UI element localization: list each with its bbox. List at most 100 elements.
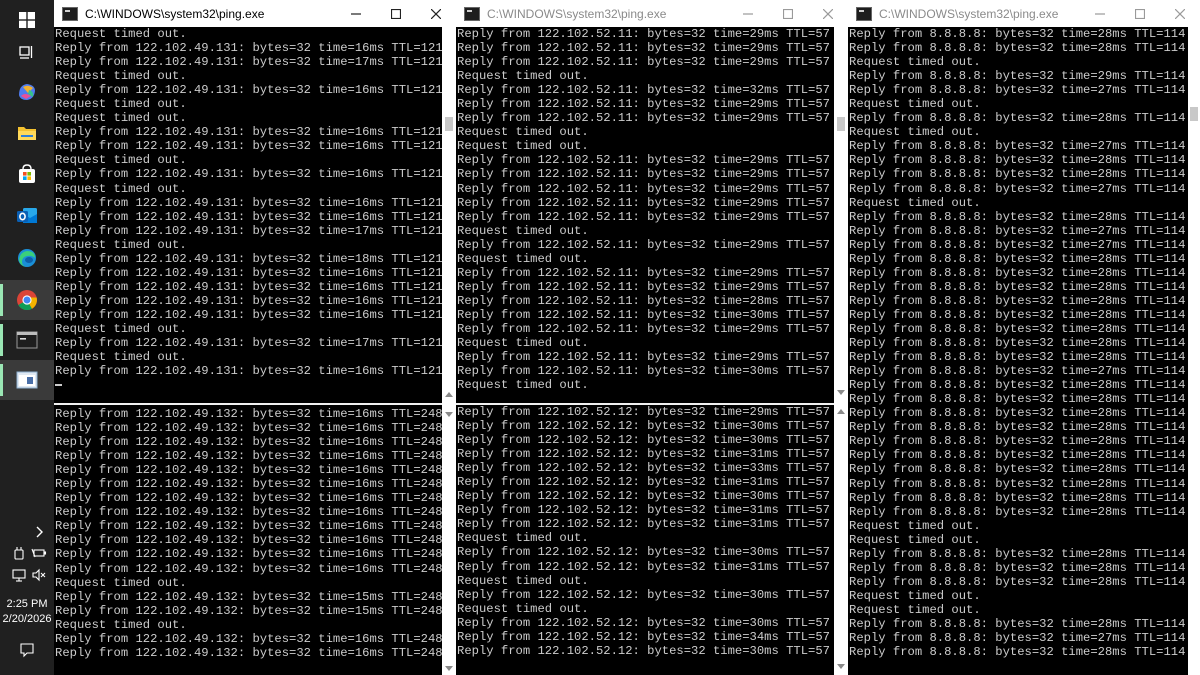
scroll-down-arrow[interactable] (445, 666, 453, 671)
console-line: Reply from 8.8.8.8: bytes=32 time=27ms T… (849, 181, 1186, 196)
maximize-button[interactable] (1120, 0, 1160, 27)
command-prompt-button[interactable] (0, 320, 54, 360)
console-line: Reply from 122.102.49.132: bytes=32 time… (55, 631, 442, 646)
console-pane[interactable]: Reply from 8.8.8.8: bytes=32 time=28ms T… (848, 27, 1188, 675)
scroll-up-arrow[interactable] (445, 392, 453, 397)
outlook-button[interactable] (0, 196, 54, 236)
console-line: Request timed out. (55, 69, 187, 84)
task-view-button[interactable] (0, 32, 54, 72)
console-line: Reply from 122.102.49.132: bytes=32 time… (55, 491, 442, 506)
scrollbar-thumb[interactable] (837, 117, 845, 131)
chrome-button[interactable] (0, 280, 54, 320)
console-line: Reply from 122.102.52.12: bytes=32 time=… (457, 629, 830, 644)
network-icon[interactable] (11, 567, 27, 583)
scroll-up-arrow[interactable] (837, 409, 845, 414)
vertical-scrollbar[interactable] (834, 27, 848, 675)
console-line: Reply from 122.102.52.11: bytes=32 time=… (457, 364, 830, 379)
console-line: Request timed out. (55, 27, 187, 41)
ping-window-1[interactable]: C:\WINDOWS\system32\ping.exe Request tim… (54, 0, 456, 675)
console-line: Request timed out. (849, 532, 981, 547)
console-line: Reply from 122.102.49.131: bytes=32 time… (55, 307, 442, 322)
console-line: Reply from 122.102.52.11: bytes=32 time=… (457, 83, 830, 98)
console-line: Reply from 122.102.52.12: bytes=32 time=… (457, 447, 830, 462)
console-line: Reply from 122.102.52.12: bytes=32 time=… (457, 419, 830, 434)
console-line: Request timed out. (55, 617, 187, 632)
console-line: Reply from 8.8.8.8: bytes=32 time=28ms T… (849, 279, 1186, 294)
scrollbar-thumb[interactable] (1190, 107, 1198, 121)
console-line: Reply from 122.102.49.132: bytes=32 time… (55, 519, 442, 534)
copilot-button[interactable] (0, 72, 54, 112)
console-line: Reply from 122.102.49.131: bytes=32 time… (55, 167, 442, 182)
console-line: Reply from 122.102.49.132: bytes=32 time… (55, 421, 442, 436)
store-icon (19, 164, 35, 183)
console-bottom-pane[interactable]: Reply from 122.102.52.12: bytes=32 time=… (456, 405, 834, 675)
console-line: Reply from 8.8.8.8: bytes=32 time=28ms T… (849, 336, 1186, 351)
close-button[interactable] (416, 0, 456, 27)
clock-time[interactable]: 2:25 PM (0, 597, 54, 611)
scroll-down-arrow[interactable] (837, 390, 845, 395)
battery-icon[interactable] (31, 545, 47, 561)
edge-button[interactable] (0, 238, 54, 278)
console-top-pane[interactable]: Reply from 122.102.52.11: bytes=32 time=… (456, 27, 834, 403)
clock-date[interactable]: 2/20/2026 (0, 612, 54, 626)
edge-icon (18, 249, 36, 267)
console-line: Reply from 122.102.49.131: bytes=32 time… (55, 279, 442, 294)
console-line: Reply from 122.102.52.12: bytes=32 time=… (457, 433, 830, 448)
scroll-down-arrow[interactable] (837, 664, 845, 669)
console-output: Reply from 8.8.8.8: bytes=32 time=28ms T… (848, 27, 1188, 659)
active-app-button[interactable] (0, 360, 54, 400)
meet-now-icon[interactable] (12, 545, 28, 561)
text-cursor (55, 383, 62, 386)
show-hidden-icons-button[interactable] (32, 525, 46, 539)
close-button[interactable] (808, 0, 848, 27)
console-line: Reply from 122.102.52.12: bytes=32 time=… (457, 545, 830, 560)
console-line: Reply from 122.102.49.131: bytes=32 time… (55, 265, 442, 280)
console-line: Reply from 122.102.52.11: bytes=32 time=… (457, 27, 830, 41)
console-bottom-pane[interactable]: Reply from 122.102.49.132: bytes=32 time… (54, 405, 442, 675)
minimize-icon (1095, 12, 1105, 15)
scrollbar-thumb[interactable] (445, 117, 453, 131)
console-line: Reply from 8.8.8.8: bytes=32 time=28ms T… (849, 111, 1186, 126)
minimize-button[interactable] (728, 0, 768, 27)
console-line: Reply from 8.8.8.8: bytes=32 time=28ms T… (849, 616, 1186, 631)
minimize-button[interactable] (336, 0, 376, 27)
console-line: Reply from 122.102.49.132: bytes=32 time… (55, 477, 442, 492)
scroll-down-arrow[interactable] (445, 412, 453, 417)
console-line: Reply from 122.102.52.11: bytes=32 time=… (457, 293, 830, 308)
console-line: Reply from 122.102.49.132: bytes=32 time… (55, 449, 442, 464)
console-line: Reply from 8.8.8.8: bytes=32 time=28ms T… (849, 448, 1186, 463)
console-line: Reply from 8.8.8.8: bytes=32 time=28ms T… (849, 434, 1186, 449)
console-line: Reply from 122.102.49.131: bytes=32 time… (55, 364, 442, 379)
console-line: Reply from 8.8.8.8: bytes=32 time=27ms T… (849, 631, 1186, 646)
ping-window-3[interactable]: C:\WINDOWS\system32\ping.exe Reply from … (848, 0, 1200, 675)
title-bar[interactable]: C:\WINDOWS\system32\ping.exe (848, 0, 1200, 27)
ping-window-2[interactable]: C:\WINDOWS\system32\ping.exe Reply from … (456, 0, 848, 675)
title-bar[interactable]: C:\WINDOWS\system32\ping.exe (456, 0, 848, 27)
console-line: Reply from 8.8.8.8: bytes=32 time=27ms T… (849, 139, 1186, 154)
console-line: Request timed out. (457, 251, 589, 266)
minimize-button[interactable] (1080, 0, 1120, 27)
store-button[interactable] (0, 154, 54, 194)
maximize-button[interactable] (768, 0, 808, 27)
minimize-icon (743, 12, 753, 15)
console-top-pane[interactable]: Request timed out. Reply from 122.102.49.… (54, 27, 442, 403)
notifications-icon[interactable] (19, 642, 35, 658)
console-prompt[interactable] (54, 378, 442, 392)
file-explorer-button[interactable] (0, 113, 54, 153)
close-icon (823, 8, 833, 19)
console-line: Reply from 122.102.52.11: bytes=32 time=… (457, 97, 830, 112)
maximize-button[interactable] (376, 0, 416, 27)
console-line: Request timed out. (55, 350, 187, 365)
console-line: Reply from 122.102.49.132: bytes=32 time… (55, 435, 442, 450)
console-line: Reply from 122.102.52.12: bytes=32 time=… (457, 517, 830, 532)
volume-muted-icon[interactable] (31, 567, 47, 583)
console-line: Request timed out. (55, 181, 187, 196)
console-line: Reply from 122.102.52.11: bytes=32 time=… (457, 167, 830, 182)
console-line: Reply from 122.102.52.11: bytes=32 time=… (457, 350, 830, 365)
console-output: Reply from 122.102.49.132: bytes=32 time… (54, 407, 442, 660)
vertical-scrollbar[interactable] (1188, 27, 1200, 675)
console-line: Reply from 122.102.52.11: bytes=32 time=… (457, 195, 830, 210)
close-button[interactable] (1160, 0, 1200, 27)
vertical-scrollbar[interactable] (442, 27, 456, 675)
title-bar[interactable]: C:\WINDOWS\system32\ping.exe (54, 0, 456, 27)
